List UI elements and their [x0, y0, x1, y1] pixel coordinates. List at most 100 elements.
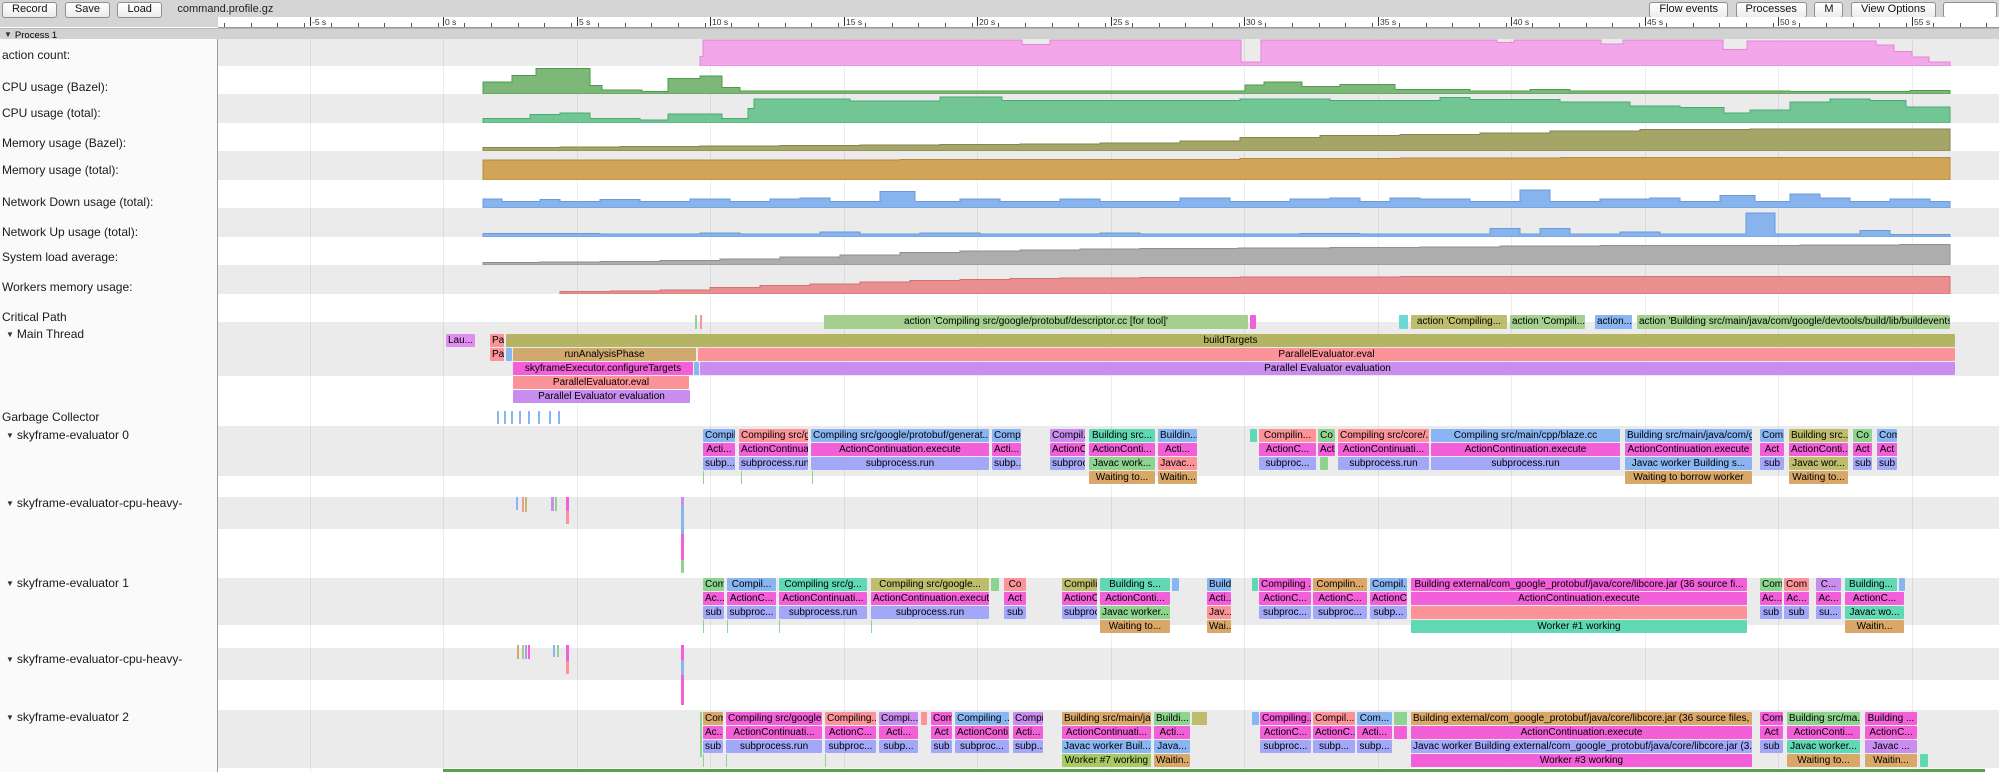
trace-block[interactable]: Waiting to...	[1100, 620, 1170, 633]
trace-block[interactable]: Act	[1853, 443, 1872, 456]
trace-block[interactable]: subproc...	[1313, 606, 1367, 619]
trace-block[interactable]: ActionConti...	[1787, 726, 1860, 739]
trace-block[interactable]: Java...	[1154, 740, 1190, 753]
trace-tick[interactable]	[681, 660, 684, 675]
trace-block[interactable]: Ac...	[1760, 592, 1782, 605]
trace-tick[interactable]	[566, 645, 569, 661]
trace-block[interactable]: Wai...	[1207, 620, 1231, 633]
trace-block[interactable]: Javac wor...	[1789, 457, 1848, 470]
trace-block[interactable]: Waitin...	[1158, 471, 1197, 484]
trace-tick[interactable]	[726, 754, 727, 767]
trace-block[interactable]: sub	[703, 606, 724, 619]
processes-button[interactable]: Processes	[1736, 2, 1807, 18]
trace-block[interactable]: Act	[1004, 592, 1026, 605]
trace-block[interactable]: sub	[1784, 606, 1809, 619]
trace-block[interactable]: subproc...	[825, 740, 876, 753]
track-label[interactable]: ▼skyframe-evaluator-cpu-heavy-	[6, 496, 182, 510]
track-label[interactable]: ▼Main Thread	[6, 327, 84, 341]
trace-block[interactable]: Waiting to...	[1787, 754, 1860, 767]
trace-tick[interactable]	[549, 411, 551, 424]
trace-block[interactable]: ActionContinuati...	[779, 592, 867, 605]
trace-block[interactable]: Building...	[1845, 578, 1897, 591]
trace-tick[interactable]	[516, 497, 518, 510]
trace-block[interactable]: ActionContinuation.execute	[1431, 443, 1620, 456]
trace-block[interactable]: sub	[1004, 606, 1026, 619]
trace-block[interactable]: ActionContinuati...	[739, 443, 808, 456]
trace-block[interactable]: ActionC...	[1050, 443, 1085, 456]
trace-block[interactable]: subp...	[1013, 740, 1043, 753]
trace-block[interactable]: Javac work...	[1089, 457, 1155, 470]
trace-block[interactable]: Compil...	[727, 578, 776, 591]
trace-tick[interactable]	[553, 645, 555, 657]
trace-block[interactable]: Ac...	[703, 592, 724, 605]
trace-block[interactable]	[1320, 457, 1328, 470]
trace-tick[interactable]	[551, 497, 554, 511]
trace-block[interactable]: ParallelEvaluator.eval	[513, 376, 689, 389]
trace-block[interactable]: Buildin...	[1158, 429, 1197, 442]
trace-block[interactable]: Compiling ...	[955, 712, 1009, 725]
trace-block[interactable]: ActionConti...	[1089, 443, 1155, 456]
trace-tick[interactable]	[525, 497, 527, 512]
trace-tick[interactable]	[681, 645, 684, 660]
trace-block[interactable]: Compiling src/g...	[779, 578, 867, 591]
trace-block[interactable]	[1250, 429, 1257, 442]
trace-tick[interactable]	[558, 411, 560, 424]
trace-block[interactable]: Co	[1853, 429, 1872, 442]
trace-block[interactable]: ActionContinuation.execute	[811, 443, 989, 456]
trace-block[interactable]: ActionContinuati...	[726, 726, 822, 739]
trace-block[interactable]: Act	[1318, 443, 1335, 456]
trace-block[interactable]: Javac worker Buil...	[1062, 740, 1151, 753]
trace-block[interactable]	[991, 578, 999, 591]
trace-block[interactable]: ActionContinuati...	[1062, 726, 1151, 739]
trace-block[interactable]: Javac ...	[1865, 740, 1917, 753]
trace-tick[interactable]	[681, 497, 684, 506]
trace-block[interactable]: Acti...	[992, 443, 1021, 456]
trace-tick[interactable]	[681, 506, 684, 534]
process-header[interactable]: ▼Process 1	[0, 28, 1999, 39]
trace-block[interactable]: Comp...	[992, 429, 1021, 442]
trace-block[interactable]: Waiting to...	[1789, 471, 1848, 484]
trace-block[interactable]: ActionC...	[1370, 592, 1407, 605]
trace-block[interactable]: Act	[1760, 726, 1783, 739]
trace-block[interactable]	[1250, 315, 1256, 329]
view-options-button[interactable]: View Options	[1851, 2, 1936, 18]
trace-block[interactable]: Acti...	[703, 443, 735, 456]
trace-tick[interactable]	[703, 620, 704, 633]
trace-block[interactable]: Buildi...	[1154, 712, 1190, 725]
trace-block[interactable]: ActionC...	[1259, 592, 1311, 605]
trace-block[interactable]: Javac worker...	[1100, 606, 1170, 619]
trace-block[interactable]: ActionContinuati...	[1338, 443, 1429, 456]
trace-tick[interactable]	[504, 411, 506, 424]
trace-block[interactable]: ActionC...	[825, 726, 876, 739]
trace-block[interactable]: skyframeExecutor.configureTargets	[513, 362, 693, 375]
trace-tick[interactable]	[528, 411, 530, 424]
trace-block[interactable]: Co	[1318, 429, 1335, 442]
trace-tick[interactable]	[522, 497, 524, 512]
trace-block[interactable]: Worker #1 working	[1411, 620, 1747, 633]
trace-tick[interactable]	[555, 497, 557, 511]
trace-block[interactable]: Javac wo...	[1845, 606, 1904, 619]
trace-block[interactable]	[1172, 578, 1179, 591]
save-button[interactable]: Save	[65, 2, 110, 18]
trace-block[interactable]: Compil...	[1313, 712, 1355, 725]
trace-block[interactable]: subprocess.run	[1431, 457, 1620, 470]
trace-block[interactable]: Javac worker Building s...	[1625, 457, 1752, 470]
trace-tick[interactable]	[566, 511, 569, 524]
trace-block[interactable]: action 'Compili...	[1510, 315, 1585, 329]
trace-block[interactable]: subproc...	[1259, 457, 1316, 470]
trace-tick[interactable]	[741, 471, 742, 484]
flow-events-button[interactable]: Flow events	[1649, 2, 1728, 18]
trace-tick[interactable]	[566, 661, 569, 674]
trace-block[interactable]: Par	[490, 348, 504, 361]
trace-tick[interactable]	[871, 620, 872, 633]
trace-block[interactable]	[921, 712, 927, 725]
trace-block[interactable]: sub	[931, 740, 952, 753]
trace-block[interactable]: Acti...	[1357, 726, 1392, 739]
trace-block[interactable]: subproc...	[1062, 606, 1097, 619]
trace-block[interactable]: subproc...	[1050, 457, 1085, 470]
trace-block[interactable]: subp...	[1357, 740, 1392, 753]
trace-block[interactable]: Compiling src/g...	[739, 429, 808, 442]
trace-block[interactable]: Compiling ...	[1259, 578, 1311, 591]
trace-tick[interactable]	[681, 675, 684, 705]
trace-block[interactable]: Compiling src/google...	[726, 712, 822, 725]
